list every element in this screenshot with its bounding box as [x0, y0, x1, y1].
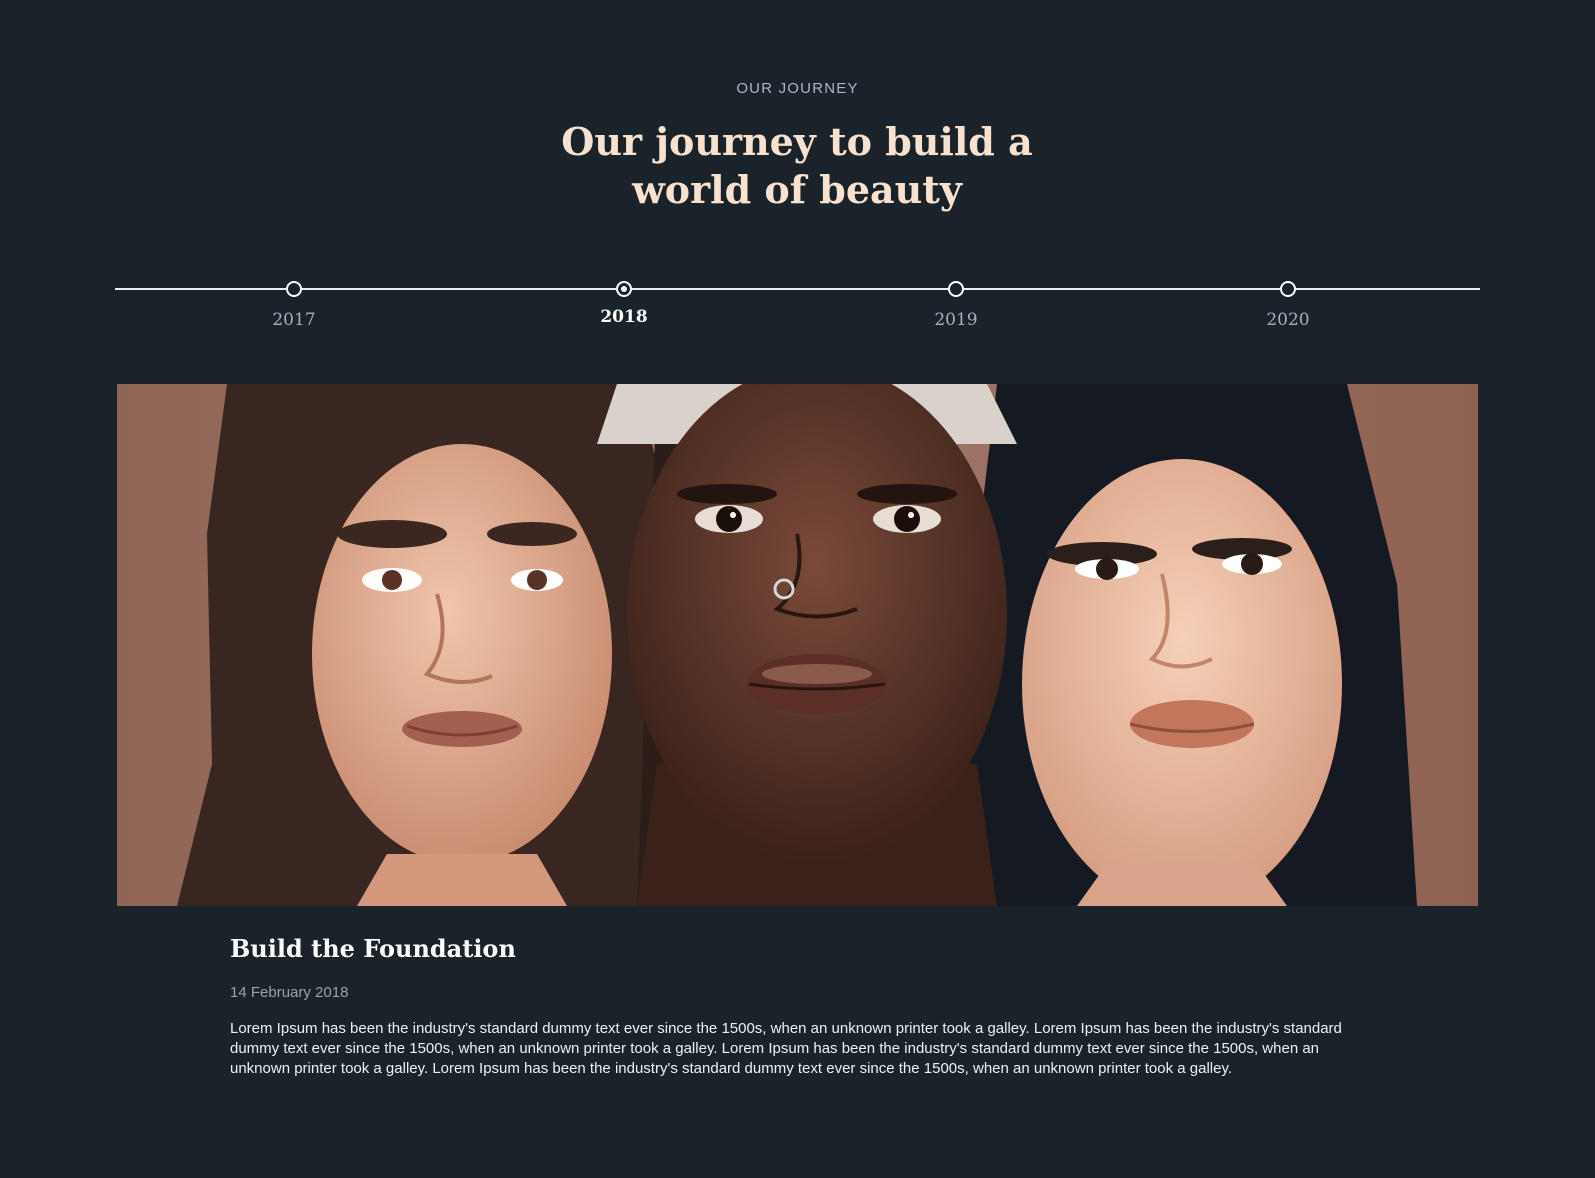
timeline: 2017 2018 2019 2020 [115, 272, 1480, 342]
timeline-node-2019[interactable]: 2019 [896, 272, 1016, 342]
timeline-node-2017[interactable]: 2017 [234, 272, 354, 342]
story-title: Build the Foundation [230, 934, 516, 963]
timeline-year-label[interactable]: 2017 [234, 310, 354, 330]
story-date: 14 February 2018 [230, 984, 349, 1001]
section-eyebrow: OUR JOURNEY [736, 80, 859, 97]
hero-image [117, 384, 1478, 906]
timeline-year-label[interactable]: 2020 [1228, 310, 1348, 330]
timeline-year-label[interactable]: 2018 [564, 307, 684, 327]
timeline-dot-icon[interactable] [948, 281, 964, 297]
timeline-dot-icon[interactable] [1280, 281, 1296, 297]
timeline-node-2018[interactable]: 2018 [564, 272, 684, 342]
section-headline: Our journey to build a world of beauty [561, 119, 1033, 212]
timeline-year-label[interactable]: 2019 [896, 310, 1016, 330]
timeline-dot-active-icon[interactable] [616, 281, 632, 297]
portrait-illustration [117, 384, 1478, 906]
timeline-dot-icon[interactable] [286, 281, 302, 297]
story-body: Lorem Ipsum has been the industry's stan… [230, 1020, 1342, 1077]
timeline-node-2020[interactable]: 2020 [1228, 272, 1348, 342]
